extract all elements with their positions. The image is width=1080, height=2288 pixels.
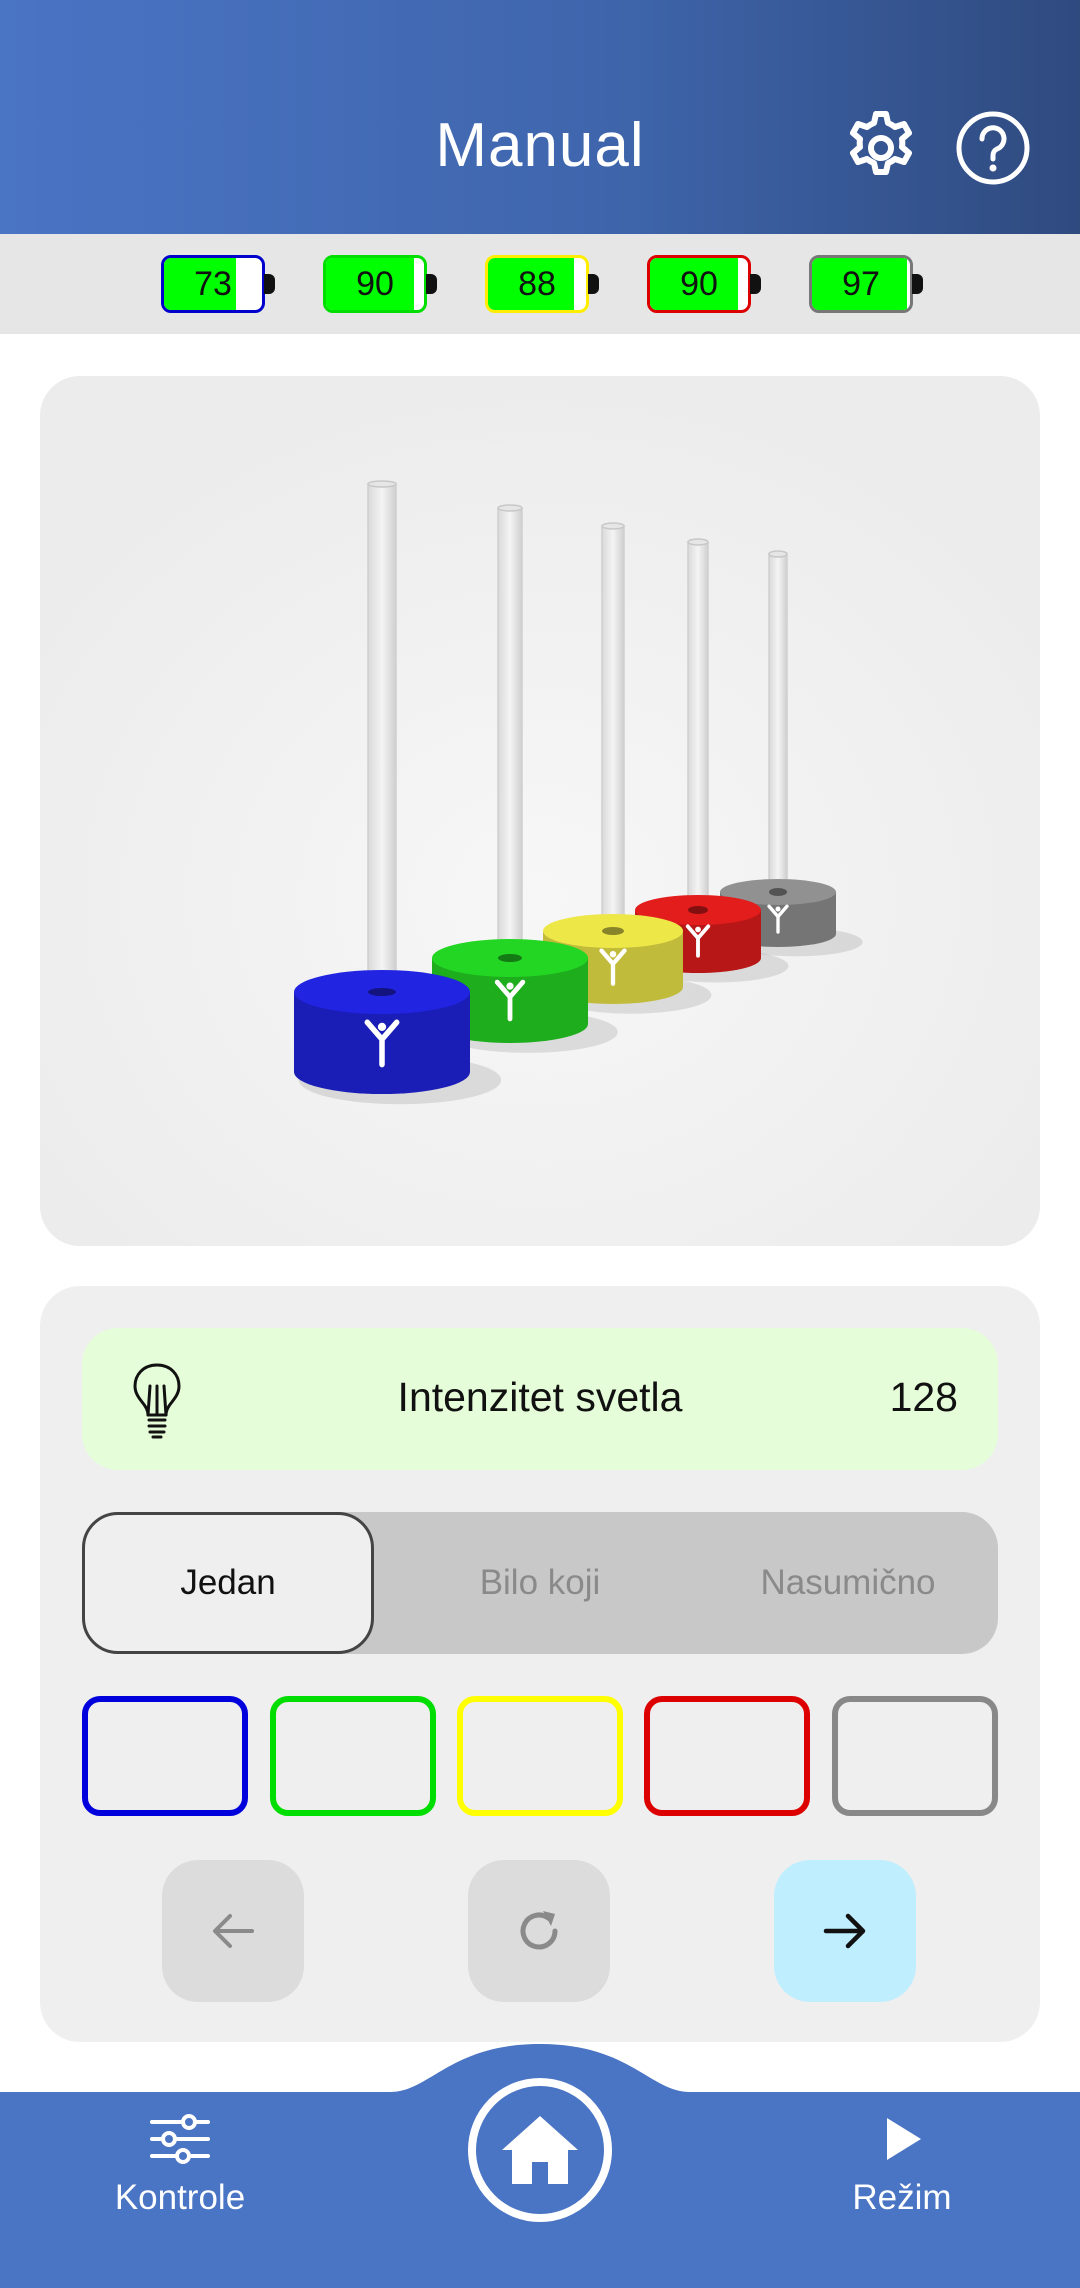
- battery-terminal: [426, 274, 437, 294]
- refresh-icon: [520, 1911, 558, 1950]
- battery-percent: 88: [518, 264, 556, 303]
- sliders-icon: [150, 2114, 210, 2164]
- battery-percent: 73: [194, 264, 232, 303]
- control-panel: Intenzitet svetla 128 Jedan Bilo koji Na…: [40, 1286, 1040, 2042]
- mode-segmented-control: Jedan Bilo koji Nasumično: [82, 1512, 998, 1654]
- play-icon: [887, 2118, 921, 2160]
- mode-option-bilo-koji[interactable]: Bilo koji: [390, 1512, 690, 1654]
- battery-indicator: 97: [809, 255, 923, 313]
- peg-rod: [601, 525, 625, 932]
- tab-kontrole-label: Kontrole: [114, 2178, 246, 2217]
- color-swatch[interactable]: [270, 1696, 436, 1816]
- peg-rod: [768, 553, 788, 893]
- battery-percent: 97: [842, 264, 880, 303]
- color-swatch[interactable]: [457, 1696, 623, 1816]
- battery-percent: 90: [680, 264, 718, 303]
- intensity-value: 128: [889, 1374, 958, 1420]
- settings-button[interactable]: [843, 110, 919, 186]
- home-button[interactable]: [468, 2078, 612, 2222]
- gear-icon: [850, 111, 912, 175]
- battery-indicator: 90: [647, 255, 761, 313]
- peg-rod: [687, 541, 709, 911]
- color-swatch[interactable]: [82, 1696, 248, 1816]
- color-swatch[interactable]: [644, 1696, 810, 1816]
- help-button[interactable]: [955, 110, 1031, 186]
- battery-indicator: 90: [323, 255, 437, 313]
- battery-strip: 73 90 88 90 97: [0, 234, 1080, 334]
- light-intensity-row[interactable]: Intenzitet svetla 128: [82, 1328, 998, 1470]
- intensity-label: Intenzitet svetla: [397, 1374, 683, 1420]
- pegs-illustration: [40, 376, 1040, 1246]
- previous-button[interactable]: [162, 1860, 304, 2002]
- arrow-right-icon: [823, 1913, 866, 1949]
- battery-indicator: 73: [161, 255, 275, 313]
- peg-rod: [497, 507, 523, 959]
- battery-terminal: [912, 274, 923, 294]
- mode-option-jedan[interactable]: Jedan: [82, 1512, 374, 1654]
- battery-terminal: [264, 274, 275, 294]
- next-button[interactable]: [774, 1860, 916, 2002]
- home-icon: [502, 2116, 578, 2184]
- question-circle-icon: [956, 111, 1030, 185]
- arrow-left-icon: [213, 1914, 254, 1948]
- color-swatches: [82, 1696, 998, 1816]
- tab-rezim-label: Režim: [852, 2178, 952, 2217]
- tab-rezim[interactable]: Režim: [792, 2114, 1012, 2254]
- peg-rod: [367, 483, 397, 993]
- mode-option-nasumicno[interactable]: Nasumično: [698, 1512, 998, 1654]
- tab-kontrole[interactable]: Kontrole: [70, 2114, 290, 2254]
- battery-terminal: [588, 274, 599, 294]
- battery-percent: 90: [356, 264, 394, 303]
- color-swatch[interactable]: [832, 1696, 998, 1816]
- reset-button[interactable]: [468, 1860, 610, 2002]
- app-header: Manual: [0, 0, 1080, 234]
- bottom-navigation: Kontrole Režim: [0, 2030, 1080, 2288]
- device-scene: [40, 376, 1040, 1246]
- battery-indicator: 88: [485, 255, 599, 313]
- battery-terminal: [750, 274, 761, 294]
